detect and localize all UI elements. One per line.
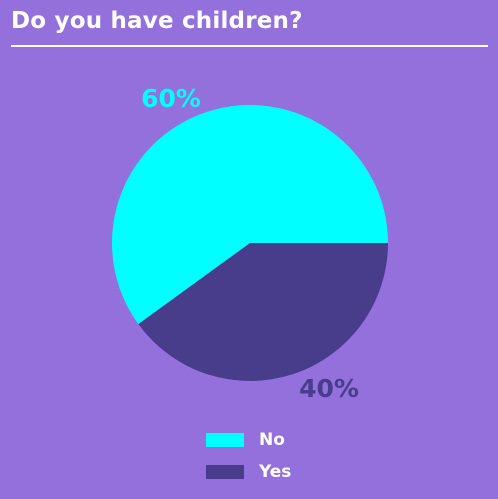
slice-label-no: 60%: [141, 84, 201, 113]
legend-swatch-no: [206, 433, 244, 447]
slice-label-yes: 40%: [299, 374, 359, 403]
chart-legend: No Yes: [206, 430, 291, 482]
legend-item-no: No: [206, 430, 291, 450]
legend-item-yes: Yes: [206, 462, 291, 482]
pie-chart: 60% 40%: [111, 84, 388, 403]
legend-label-yes: Yes: [259, 462, 292, 482]
legend-swatch-yes: [206, 465, 244, 479]
legend-label-no: No: [259, 430, 285, 450]
